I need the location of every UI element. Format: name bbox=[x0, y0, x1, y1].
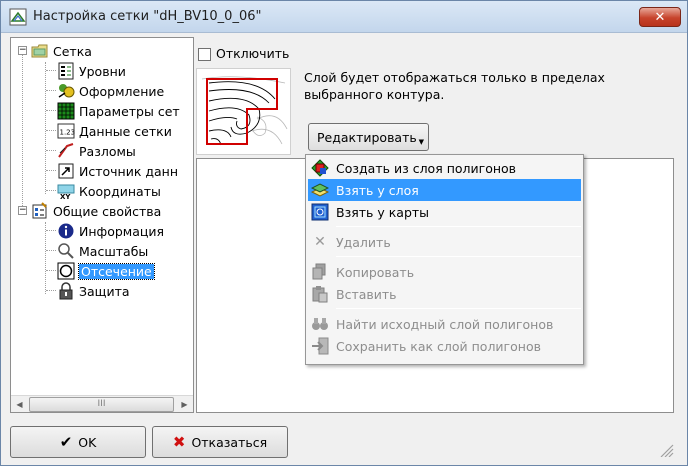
tree-item-label: Масштабы bbox=[79, 243, 149, 259]
close-button[interactable]: ✕ bbox=[639, 7, 681, 27]
tree-item-information[interactable]: Информация bbox=[57, 221, 164, 241]
grid-params-icon bbox=[57, 102, 75, 120]
dropdown-arrow-icon: ▼ bbox=[418, 138, 424, 146]
dialog-window: Настройка сетки "dH_BV10_0_06" ✕ − − Сет… bbox=[0, 0, 688, 466]
tree-collapse-grid[interactable]: − bbox=[18, 46, 27, 55]
ok-button[interactable]: ✔ OK bbox=[10, 426, 146, 458]
tree-item-label: Оформление bbox=[79, 83, 165, 99]
tree-item-coordinates[interactable]: XY Координаты bbox=[57, 181, 161, 201]
polygon-layer-icon bbox=[311, 159, 329, 177]
clip-contour-preview bbox=[196, 68, 291, 155]
tree-item-label: Общие свойства bbox=[53, 203, 162, 219]
folder-icon bbox=[31, 44, 48, 58]
menu-item-label: Создать из слоя полигонов bbox=[336, 160, 517, 176]
menu-item-label: Удалить bbox=[336, 234, 391, 250]
tree-item-label: Параметры сет bbox=[79, 103, 180, 119]
tree-item-label: Уровни bbox=[79, 63, 126, 79]
disable-label: Отключить bbox=[216, 46, 290, 61]
clipping-description: Слой будет отображаться только в предела… bbox=[304, 70, 605, 102]
disable-checkbox[interactable] bbox=[198, 48, 211, 61]
menu-item-find-source[interactable]: Найти исходный слой полигонов bbox=[308, 313, 581, 335]
dialog-body: − − Сетка Уровни Оформление Параметры се… bbox=[8, 33, 682, 461]
contour-map-icon bbox=[201, 76, 288, 146]
clipping-icon bbox=[57, 262, 75, 280]
grid-app-icon bbox=[9, 8, 27, 26]
close-icon: ✕ bbox=[654, 9, 666, 25]
svg-text:1.23: 1.23 bbox=[60, 129, 76, 137]
tree-item-levels[interactable]: Уровни bbox=[57, 61, 126, 81]
paste-icon bbox=[312, 286, 328, 303]
ok-label: OK bbox=[78, 434, 97, 450]
tree-item-label: Координаты bbox=[79, 183, 161, 199]
properties-icon bbox=[32, 202, 47, 219]
tree-item-general[interactable]: Общие свойства bbox=[31, 201, 161, 221]
menu-item-take-from-layer[interactable]: Взять у слоя bbox=[308, 179, 581, 201]
lock-icon bbox=[59, 282, 73, 300]
svg-text:XY: XY bbox=[60, 193, 71, 200]
binoculars-icon bbox=[312, 318, 328, 330]
menu-item-label: Сохранить как слой полигонов bbox=[336, 338, 541, 354]
title-bar[interactable]: Настройка сетки "dH_BV10_0_06" ✕ bbox=[1, 1, 687, 33]
edit-button-label: Редактировать bbox=[317, 129, 417, 145]
levels-icon bbox=[58, 62, 74, 80]
cancel-label: Отказаться bbox=[191, 434, 268, 450]
menu-item-copy[interactable]: Копировать bbox=[308, 261, 581, 283]
menu-item-delete[interactable]: ✕ Удалить bbox=[308, 231, 581, 253]
scroll-right-icon[interactable]: ▶ bbox=[176, 396, 193, 413]
menu-item-paste[interactable]: Вставить bbox=[308, 283, 581, 305]
edit-dropdown-button[interactable]: Редактировать ▼ bbox=[308, 123, 429, 151]
tree-item-clipping[interactable]: Отсечение bbox=[57, 261, 155, 281]
scroll-thumb[interactable]: III bbox=[29, 397, 174, 412]
checkmark-icon: ✔ bbox=[59, 433, 73, 451]
style-icon bbox=[58, 84, 75, 98]
cancel-button[interactable]: ✖ Отказаться bbox=[152, 426, 288, 458]
grid-data-icon: 1.23 bbox=[57, 123, 76, 139]
menu-item-label: Вставить bbox=[336, 286, 397, 302]
tree-item-label: Сетка bbox=[53, 43, 92, 59]
tree-item-label: Разломы bbox=[79, 143, 136, 159]
copy-icon bbox=[312, 263, 326, 280]
tree-item-label: Отсечение bbox=[78, 262, 155, 280]
cancel-icon: ✖ bbox=[172, 433, 186, 451]
magnifier-icon bbox=[58, 243, 74, 259]
menu-item-label: Найти исходный слой полигонов bbox=[336, 316, 554, 332]
tree-item-grid-data[interactable]: 1.23 Данные сетки bbox=[57, 121, 172, 141]
coordinates-icon: XY bbox=[57, 184, 75, 200]
tree-horizontal-scrollbar[interactable]: ◀ III ▶ bbox=[11, 395, 193, 412]
faults-icon bbox=[58, 143, 74, 158]
tree-item-scales[interactable]: Масштабы bbox=[57, 241, 148, 261]
map-icon bbox=[311, 203, 329, 221]
tree-item-grid[interactable]: Сетка bbox=[31, 41, 92, 61]
tree-collapse-general[interactable]: − bbox=[18, 206, 27, 215]
export-icon bbox=[312, 337, 329, 355]
layers-icon bbox=[311, 183, 329, 197]
tree-item-label: Источник данн bbox=[79, 163, 179, 179]
tree-item-label: Информация bbox=[79, 223, 165, 239]
delete-icon: ✕ bbox=[314, 234, 326, 250]
edit-dropdown-menu: Создать из слоя полигонов Взять у слоя В… bbox=[305, 154, 584, 365]
menu-item-label: Копировать bbox=[336, 264, 415, 280]
tree-item-data-source[interactable]: Источник данн bbox=[57, 161, 178, 181]
menu-item-create-from-polygons[interactable]: Создать из слоя полигонов bbox=[308, 157, 581, 179]
tree-item-style[interactable]: Оформление bbox=[57, 81, 164, 101]
menu-item-save-as-polygons[interactable]: Сохранить как слой полигонов bbox=[308, 335, 581, 357]
tree-item-faults[interactable]: Разломы bbox=[57, 141, 136, 161]
menu-item-take-from-map[interactable]: Взять у карты bbox=[308, 201, 581, 223]
info-icon bbox=[58, 223, 74, 239]
data-source-icon bbox=[58, 163, 74, 179]
resize-grip-icon[interactable] bbox=[658, 443, 674, 457]
tree-item-label: Защита bbox=[79, 283, 130, 299]
menu-item-label: Взять у карты bbox=[336, 204, 430, 220]
tree-item-label: Данные сетки bbox=[79, 123, 172, 139]
window-title: Настройка сетки "dH_BV10_0_06" bbox=[33, 9, 262, 24]
menu-item-label: Взять у слоя bbox=[336, 182, 419, 198]
scroll-left-icon[interactable]: ◀ bbox=[11, 396, 28, 413]
settings-tree[interactable]: − − Сетка Уровни Оформление Параметры се… bbox=[10, 37, 194, 413]
tree-item-protection[interactable]: Защита bbox=[57, 281, 130, 301]
tree-item-grid-params[interactable]: Параметры сет bbox=[57, 101, 180, 121]
